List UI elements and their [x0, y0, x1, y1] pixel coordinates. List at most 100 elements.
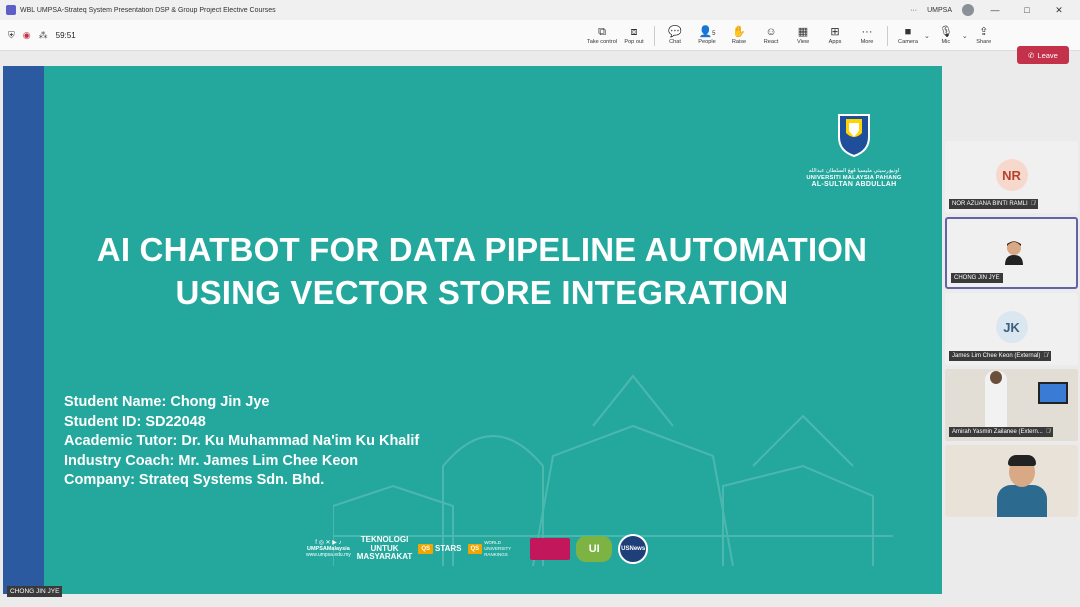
- react-label: React: [763, 39, 779, 45]
- industry-coach: Industry Coach: Mr. James Lim Chee Keon: [64, 452, 359, 469]
- react-button[interactable]: ☺ React: [755, 26, 787, 45]
- view-button[interactable]: ▦ View: [787, 26, 819, 45]
- participant-avatar: NR: [995, 159, 1028, 191]
- mic-off-icon: 🎙̸: [1043, 353, 1048, 359]
- university-name-jawi: اونيۏرسيتي مليسيا ڤهڠ السلطان عبدالله: [808, 168, 900, 174]
- participant-tile[interactable]: Amirah Yasmin Zailanee (Extern... 🎙̸: [945, 369, 1078, 441]
- mic-off-icon: 🎙̸: [1045, 429, 1051, 435]
- presenter-name-tag: CHONG JIN JYE: [7, 586, 63, 597]
- teams-logo-icon: [6, 5, 16, 15]
- self-camera-video: [945, 445, 1078, 517]
- student-id: Student ID: SD22048: [64, 413, 206, 430]
- chat-icon: 💬: [668, 26, 682, 38]
- company: Company: Strateq Systems Sdn. Bhd.: [64, 472, 325, 489]
- more-icon: ···: [861, 26, 873, 38]
- ranking-logo: [530, 538, 571, 560]
- academic-tutor: Academic Tutor: Dr. Ku Muhammad Na'im Ku…: [64, 433, 420, 450]
- shared-screen-stage: اونيۏرسيتي مليسيا ڤهڠ السلطان عبدالله UN…: [0, 51, 942, 607]
- presentation-slide: اونيۏرسيتي مليسيا ڤهڠ السلطان عبدالله UN…: [3, 66, 942, 594]
- apps-label: Apps: [828, 39, 842, 45]
- qs-wur-logo: QS WORLD UNIVERSITY RANKINGS: [467, 540, 525, 558]
- people-button[interactable]: 👤5 People: [691, 26, 723, 45]
- take-control-icon: ⧉: [598, 26, 606, 38]
- mic-label: Mic: [941, 39, 951, 45]
- org-name: UMPSA: [927, 6, 952, 14]
- participant-video: [1005, 241, 1023, 265]
- toolbar-actions: ⧉ Take control ⧈ Pop out 💬 Chat 👤5 People ✋ R…: [586, 20, 1000, 51]
- participant-name-tag: Amirah Yasmin Zailanee (Extern... 🎙̸: [949, 427, 1054, 437]
- camera-button[interactable]: ■ Camera: [892, 26, 924, 45]
- participant-tile-active[interactable]: CHONG JIN JYE: [945, 217, 1078, 289]
- mic-icon: 🎙: [938, 26, 953, 38]
- slide-title-line2: USING VECTOR STORE INTEGRATION: [175, 274, 789, 311]
- self-view-tile[interactable]: [945, 445, 1078, 517]
- footer-logos: f ◎ ✕ ▶ ♪ UMPSAMalaysia www.umpsa.edu.my…: [306, 534, 649, 564]
- student-name: Student Name: Chong Jin Jye: [64, 394, 270, 410]
- divider: [654, 25, 655, 46]
- participant-avatar: JK: [995, 311, 1028, 343]
- more-button[interactable]: ··· More: [851, 26, 883, 45]
- minimize-button[interactable]: —: [984, 5, 1006, 15]
- raise-label: Raise: [731, 39, 747, 45]
- take-control-button[interactable]: ⧉ Take control: [586, 26, 618, 45]
- camera-label: Camera: [898, 39, 918, 45]
- participant-name: CHONG JIN JYE: [954, 275, 1000, 281]
- share-icon: ⇪: [979, 26, 989, 38]
- meeting-timer: 59:51: [55, 30, 76, 40]
- website-text: www.umpsa.edu.my: [306, 552, 351, 558]
- student-details: Student Name: Chong Jin Jye Student ID: …: [64, 393, 419, 491]
- university-name-line2: AL-SULTAN ABDULLAH: [811, 181, 897, 188]
- take-control-label: Take control: [586, 39, 618, 45]
- chat-button[interactable]: 💬 Chat: [659, 26, 691, 45]
- apps-button[interactable]: ⊞ Apps: [819, 26, 851, 45]
- pop-out-icon: ⧈: [630, 26, 638, 38]
- chat-label: Chat: [669, 39, 681, 45]
- more-options-icon[interactable]: ···: [910, 7, 917, 14]
- participant-name-tag: NOR AZUANA BINTI RAMLI 🎙̸: [949, 199, 1039, 209]
- share-button[interactable]: ⇪ Share: [968, 26, 1000, 45]
- participant-name-tag: James Lim Chee Keon (External) 🎙̸: [949, 351, 1051, 361]
- projector-screen: [1038, 382, 1068, 404]
- phone-icon: ✆: [1028, 50, 1035, 60]
- social-media-logo: f ◎ ✕ ▶ ♪ UMPSAMalaysia www.umpsa.edu.my: [306, 540, 351, 558]
- slide-title: AI CHATBOT FOR DATA PIPELINE AUTOMATION …: [44, 228, 920, 314]
- raise-hand-button[interactable]: ✋ Raise: [723, 26, 755, 45]
- participant-name-tag: CHONG JIN JYE: [951, 273, 1003, 283]
- tagline-logo: TEKNOLOGI UNTUK MASYARAKAT: [356, 535, 413, 562]
- people-count: 5: [712, 31, 716, 37]
- hand-icon: ✋: [732, 26, 746, 38]
- participant-tile[interactable]: NR NOR AZUANA BINTI RAMLI 🎙̸: [945, 141, 1078, 213]
- maximize-button[interactable]: □: [1016, 5, 1038, 15]
- smiley-icon: ☺: [765, 26, 777, 38]
- meeting-toolbar: ⛨ ◉ ⁂ 59:51 ⧉ Take control ⧈ Pop out 💬 Chat…: [0, 20, 1080, 64]
- qs-stars-logo: QS STARS: [418, 544, 462, 554]
- window-title: WBL UMPSA-Strateq System Presentation DS…: [20, 6, 276, 14]
- shield-icon[interactable]: ⛨: [8, 30, 15, 41]
- participant-name: James Lim Chee Keon (External): [952, 353, 1041, 359]
- people-icon: 👤5: [698, 26, 716, 38]
- network-icon[interactable]: ⁂: [39, 30, 48, 41]
- recording-icon[interactable]: ◉: [23, 30, 31, 41]
- user-avatar[interactable]: [962, 4, 974, 16]
- view-label: View: [796, 39, 810, 45]
- leave-label: Leave: [1037, 50, 1058, 60]
- participant-name: Amirah Yasmin Zailanee (Extern...: [952, 429, 1043, 435]
- university-crest-icon: [838, 114, 870, 158]
- participant-tile[interactable]: JK James Lim Chee Keon (External) 🎙̸: [945, 293, 1078, 365]
- usnews-logo: USNews: [618, 534, 649, 564]
- participant-name: NOR AZUANA BINTI RAMLI: [952, 201, 1028, 207]
- title-bar: WBL UMPSA-Strateq System Presentation DS…: [0, 0, 1080, 20]
- pop-out-button[interactable]: ⧈ Pop out: [618, 26, 650, 45]
- mic-button[interactable]: 🎙 Mic: [930, 26, 962, 45]
- people-label: People: [698, 39, 716, 45]
- close-window-button[interactable]: ✕: [1048, 5, 1070, 16]
- more-label: More: [860, 39, 874, 45]
- leave-button[interactable]: ✆ Leave: [1017, 46, 1069, 64]
- apps-icon: ⊞: [830, 26, 840, 38]
- mic-off-icon: 🎙̸: [1030, 201, 1036, 207]
- share-label: Share: [976, 39, 992, 45]
- slide-accent-bar: [3, 66, 44, 594]
- university-logo: اونيۏرسيتي مليسيا ڤهڠ السلطان عبدالله UN…: [801, 111, 907, 188]
- camera-icon: ■: [904, 26, 912, 38]
- slide-title-line1: AI CHATBOT FOR DATA PIPELINE AUTOMATION: [96, 231, 868, 268]
